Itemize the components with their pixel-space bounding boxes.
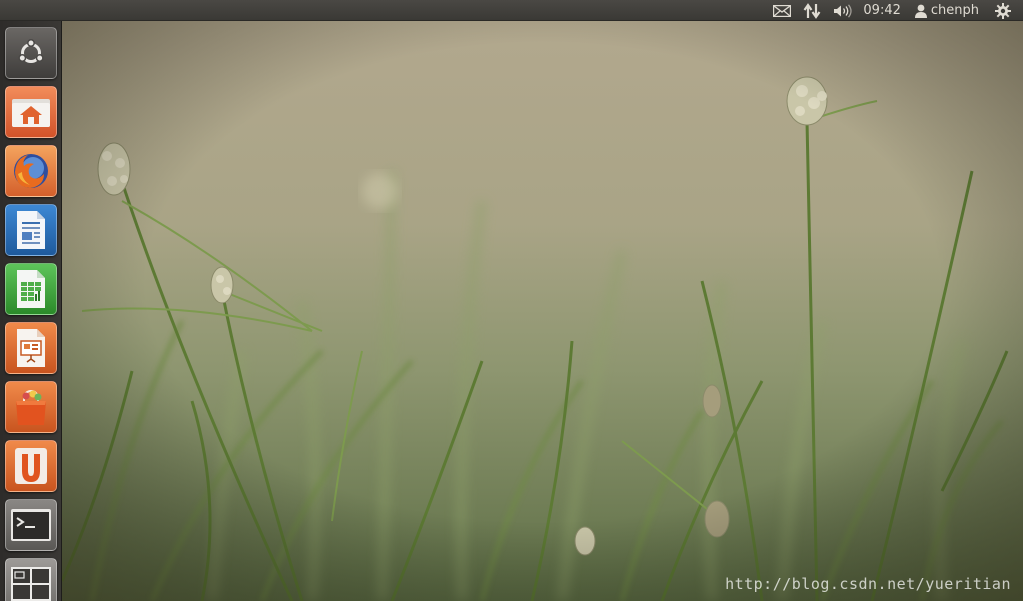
terminal-launcher[interactable] <box>5 499 57 551</box>
libreoffice-impress-launcher[interactable] <box>5 322 57 374</box>
calc-spreadsheet-icon <box>15 269 47 309</box>
grass-wallpaper-image <box>62 21 1023 601</box>
envelope-icon <box>773 4 792 17</box>
home-folder-launcher[interactable] <box>5 86 57 138</box>
firefox-launcher[interactable] <box>5 145 57 197</box>
shopping-bag-icon <box>11 387 51 427</box>
firefox-icon <box>10 150 52 192</box>
top-panel: 09:42 chenph <box>0 0 1023 21</box>
session-gear-icon <box>995 2 1011 19</box>
desktop-wallpaper[interactable]: http://blog.csdn.net/yueritian <box>62 21 1023 601</box>
libreoffice-writer-launcher[interactable] <box>5 204 57 256</box>
watermark-text: http://blog.csdn.net/yueritian <box>725 575 1011 593</box>
unity-launcher <box>0 21 62 601</box>
home-folder-icon <box>11 95 51 129</box>
username-label: chenph <box>930 3 979 18</box>
sound-indicator[interactable] <box>827 0 859 21</box>
desktop-screen: http://blog.csdn.net/yueritian 09:42 che… <box>0 0 1023 601</box>
speaker-volume-icon <box>833 3 853 18</box>
user-menu[interactable]: chenph <box>909 0 989 21</box>
indicator-area: 09:42 chenph <box>767 0 1017 21</box>
impress-presentation-icon <box>15 328 47 368</box>
ubuntu-one-launcher[interactable] <box>5 440 57 492</box>
workspaces-icon <box>10 566 52 601</box>
ubuntu-logo-icon <box>16 38 46 68</box>
clock-indicator[interactable]: 09:42 <box>859 0 908 21</box>
session-menu[interactable] <box>989 0 1017 21</box>
network-indicator[interactable] <box>797 0 827 21</box>
libreoffice-calc-launcher[interactable] <box>5 263 57 315</box>
terminal-icon <box>10 508 52 542</box>
writer-document-icon <box>15 210 47 250</box>
user-icon <box>914 4 927 18</box>
dash-home-button[interactable] <box>5 27 57 79</box>
network-arrows-icon <box>803 2 821 19</box>
messaging-indicator[interactable] <box>767 0 797 21</box>
ubuntu-one-icon <box>13 446 49 486</box>
software-center-launcher[interactable] <box>5 381 57 433</box>
workspace-switcher-launcher[interactable] <box>5 558 57 601</box>
